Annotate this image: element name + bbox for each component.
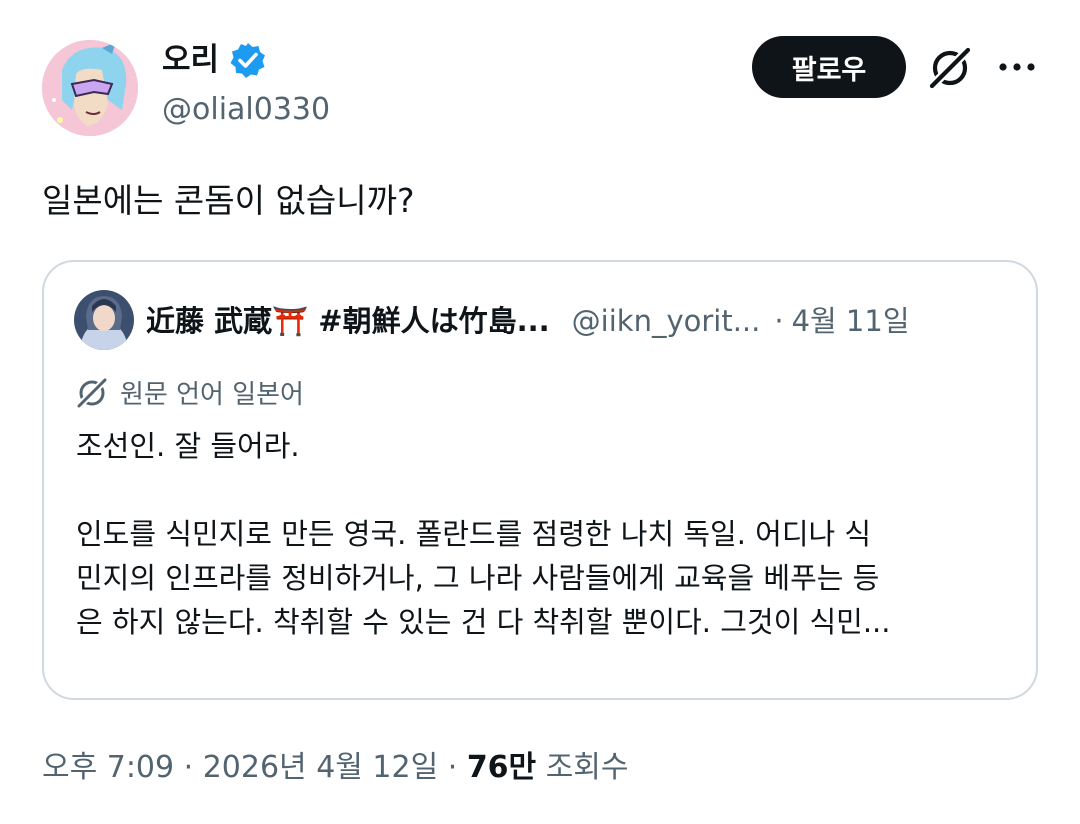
quoted-text-line: 인도를 식민지로 만든 영국. 폴란드를 점령한 나치 독일. 어디나 식 <box>76 517 872 551</box>
author-handle[interactable]: @olial0330 <box>162 90 330 130</box>
header-separator: · <box>774 304 784 338</box>
quoted-text-line: 민지의 인프라를 정비하거나, 그 나라 사람들에게 교육을 베푸는 등 <box>76 561 880 595</box>
quoted-text-line: 조선인. 잘 들어라. <box>76 429 300 463</box>
translate-indicator[interactable]: 원문 언어 일본어 <box>74 374 304 411</box>
quoted-author-name[interactable]: 近藤 武蔵⛩️ #朝鮮人は竹島... <box>146 298 550 340</box>
views-count[interactable]: 76만 <box>467 750 536 785</box>
quoted-date[interactable]: 4월 11일 <box>792 298 910 340</box>
views-label: 조회수 <box>536 750 629 785</box>
follow-button[interactable]: 팔로우 <box>752 36 906 98</box>
grok-icon[interactable] <box>924 44 976 92</box>
quoted-header: 近藤 武蔵⛩️ #朝鮮人は竹島... @iikn_yorit... · 4월 1… <box>146 298 1008 340</box>
translate-icon <box>74 375 110 411</box>
author-name-row: 오리 <box>162 40 267 80</box>
timestamp[interactable]: 오후 7:09 · 2026년 4월 12일 · <box>42 750 467 785</box>
author-avatar[interactable] <box>42 40 138 136</box>
tweet-text: 일본에는 콘돔이 없습니까? <box>42 181 415 220</box>
quoted-text-line: 은 하지 않는다. 착취할 수 있는 건 다 착취할 뿐이다. 그것이 식민..… <box>76 605 891 639</box>
quoted-tweet-text: 조선인. 잘 들어라. 인도를 식민지로 만든 영국. 폴란드를 점령한 나치 … <box>76 424 1016 644</box>
more-icon[interactable] <box>996 52 1038 82</box>
translate-label: 원문 언어 일본어 <box>120 380 304 410</box>
tweet-meta: 오후 7:09 · 2026년 4월 12일 · 76만 조회수 <box>42 742 629 786</box>
quoted-tweet-card[interactable]: 近藤 武蔵⛩️ #朝鮮人は竹島... @iikn_yorit... · 4월 1… <box>42 260 1038 700</box>
quoted-author-avatar[interactable] <box>74 290 134 350</box>
quoted-author-handle[interactable]: @iikn_yorit... <box>572 304 761 338</box>
verified-badge-icon <box>229 41 267 79</box>
author-display-name[interactable]: 오리 <box>162 40 219 80</box>
